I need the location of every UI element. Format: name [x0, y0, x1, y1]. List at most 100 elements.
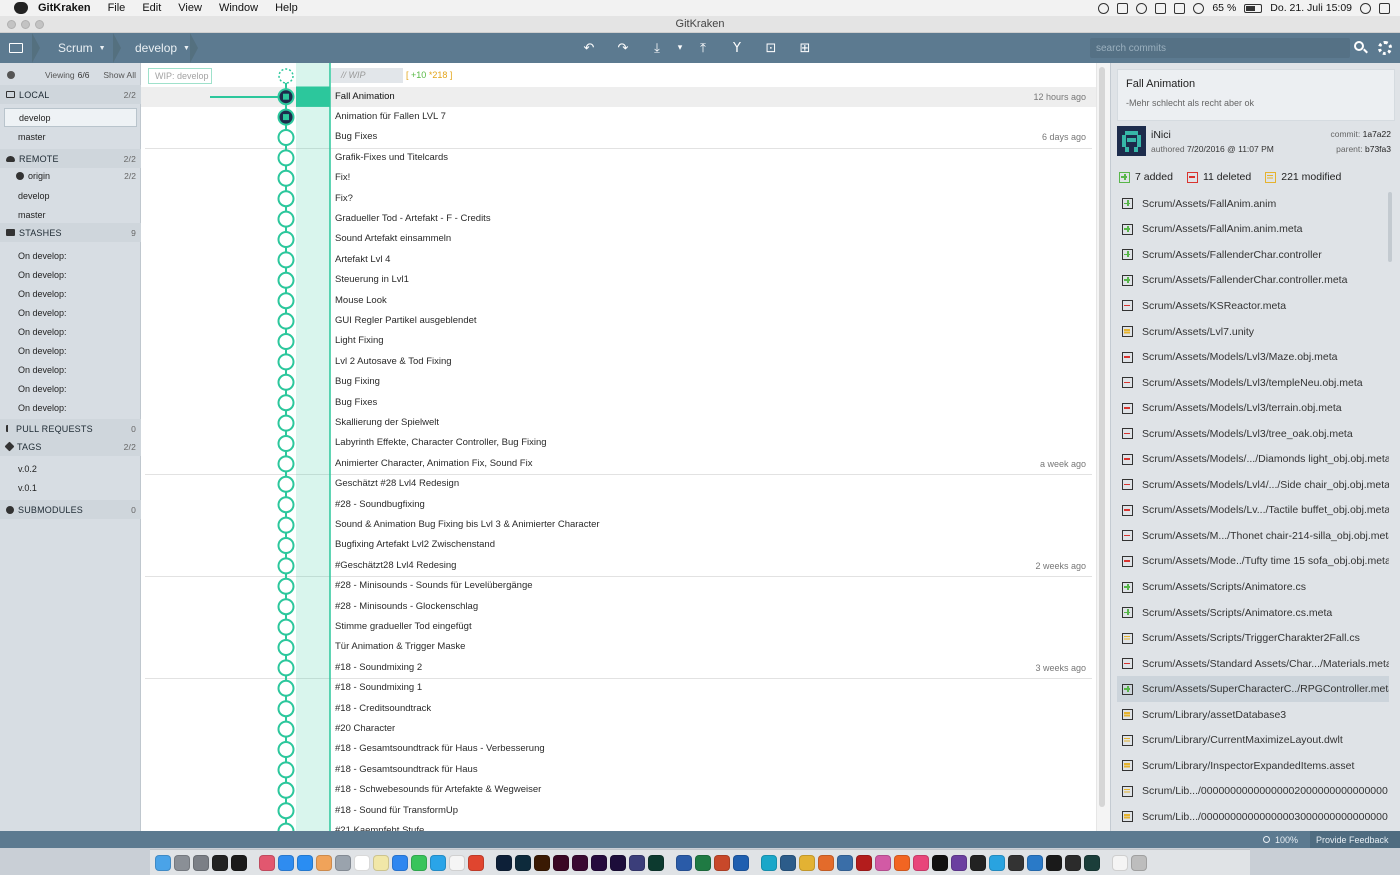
- search-commits[interactable]: [1090, 38, 1350, 58]
- search-input[interactable]: [1096, 42, 1350, 54]
- changed-file-item[interactable]: Scrum/Assets/FallenderChar.controller.me…: [1117, 268, 1389, 294]
- dropbox-icon[interactable]: [1117, 2, 1129, 14]
- notification-list-icon[interactable]: [1379, 2, 1390, 14]
- todoist-icon[interactable]: [468, 854, 484, 871]
- changed-file-item[interactable]: Scrum/Assets/Models/Lvl4/.../Side chair_…: [1117, 472, 1389, 498]
- commit-message-box[interactable]: Fall Animation -Mehr schlecht als recht …: [1117, 69, 1395, 121]
- show-all-link[interactable]: Show All: [103, 70, 136, 80]
- app-store-icon[interactable]: [278, 854, 294, 871]
- stash-item[interactable]: On develop:: [0, 398, 141, 417]
- trash-icon[interactable]: [1131, 854, 1147, 871]
- local-branch-develop[interactable]: develop: [4, 108, 137, 127]
- wip-message[interactable]: // WIP: [331, 68, 403, 83]
- menu-help[interactable]: Help: [275, 2, 298, 14]
- section-tags[interactable]: TAGS 2/2: [0, 437, 141, 456]
- pull-button[interactable]: ⤓: [640, 33, 674, 63]
- xd-icon[interactable]: [572, 854, 588, 871]
- changed-file-item[interactable]: Scrum/Library/InspectorExpandedItems.ass…: [1117, 753, 1389, 779]
- menu-window[interactable]: Window: [219, 2, 258, 14]
- stash-item[interactable]: On develop:: [0, 360, 141, 379]
- trello-icon[interactable]: [1027, 854, 1043, 871]
- changed-file-item[interactable]: Scrum/Assets/Standard Assets/Char.../Mat…: [1117, 651, 1389, 677]
- preview-icon[interactable]: [335, 854, 351, 871]
- creative-cloud-icon[interactable]: [1136, 2, 1148, 14]
- network-icon[interactable]: [837, 854, 853, 871]
- whatsapp-icon[interactable]: [411, 854, 427, 871]
- changed-file-item[interactable]: Scrum/Assets/FallAnim.anim: [1117, 191, 1389, 217]
- changed-file-item[interactable]: Scrum/Library/CurrentMaximizeLayout.dwlt: [1117, 728, 1389, 754]
- indesign-icon[interactable]: [553, 854, 569, 871]
- outlook-icon[interactable]: [733, 854, 749, 871]
- parent-sha[interactable]: b73fa3: [1365, 144, 1391, 154]
- changed-file-item[interactable]: Scrum/Assets/Models/Lv.../Tactile buffet…: [1117, 498, 1389, 524]
- gitkraken-icon[interactable]: [231, 854, 247, 871]
- stash-item[interactable]: On develop:: [0, 284, 141, 303]
- pdf-icon[interactable]: [856, 854, 872, 871]
- changed-file-item[interactable]: Scrum/Assets/Scripts/Animatore.cs.meta: [1117, 600, 1389, 626]
- stash-item[interactable]: On develop:: [0, 379, 141, 398]
- spotlight-icon[interactable]: [1360, 2, 1371, 14]
- pull-options-button[interactable]: ▾: [674, 33, 686, 63]
- changed-file-item[interactable]: Scrum/Library/assetDatabase3: [1117, 702, 1389, 728]
- section-local[interactable]: LOCAL 2/2: [0, 85, 141, 104]
- remote-origin[interactable]: origin 2/2: [0, 166, 141, 185]
- itunes-icon[interactable]: [259, 854, 275, 871]
- tag-item[interactable]: v.0.1: [0, 478, 141, 497]
- menu-view[interactable]: View: [178, 2, 202, 14]
- changed-file-item[interactable]: Scrum/Lib.../000000000000000030000000000…: [1117, 804, 1389, 830]
- pop-button[interactable]: ⊞: [788, 33, 822, 63]
- soundcloud-icon[interactable]: [894, 854, 910, 871]
- open-repo-button[interactable]: [0, 33, 32, 63]
- reminders-icon[interactable]: [449, 854, 465, 871]
- monitor-icon[interactable]: [1065, 854, 1081, 871]
- stash-item[interactable]: On develop:: [0, 322, 141, 341]
- file-list-scrollbar[interactable]: [1388, 192, 1392, 262]
- collapse-sidebar-icon[interactable]: [7, 71, 15, 79]
- calendar-icon[interactable]: [354, 854, 370, 871]
- safari-icon[interactable]: [297, 854, 313, 871]
- changed-file-item[interactable]: Scrum/Assets/Models/Lvl3/Maze.obj.meta: [1117, 344, 1389, 370]
- menu-edit[interactable]: Edit: [142, 2, 161, 14]
- changed-file-item[interactable]: Scrum/Assets/Scripts/Animatore.cs: [1117, 574, 1389, 600]
- after-effects-icon[interactable]: [610, 854, 626, 871]
- circle-app-icon[interactable]: [932, 854, 948, 871]
- d-icon[interactable]: [1155, 2, 1167, 14]
- search-icon[interactable]: [1352, 40, 1368, 56]
- document-icon[interactable]: [1112, 854, 1128, 871]
- remote-branch-master[interactable]: master: [0, 205, 141, 224]
- gear-icon[interactable]: [1378, 41, 1392, 55]
- changed-file-item[interactable]: Scrum/Assets/Mode../Tufty time 15 sofa_o…: [1117, 549, 1389, 575]
- word-icon[interactable]: [676, 854, 692, 871]
- stash-item[interactable]: On develop:: [0, 265, 141, 284]
- undo-button[interactable]: ↶: [572, 33, 606, 63]
- list-app-icon[interactable]: [1008, 854, 1024, 871]
- wifi-icon[interactable]: [1193, 2, 1205, 14]
- changed-file-item[interactable]: Scrum/Assets/FallenderChar.controller: [1117, 242, 1389, 268]
- tag-item[interactable]: v.0.2: [0, 459, 141, 478]
- repo-breadcrumb[interactable]: Scrum ▼: [58, 33, 106, 63]
- local-branch-master[interactable]: master: [0, 127, 141, 146]
- changed-file-item[interactable]: Scrum/Assets/Models/Lvl3/tree_oak.obj.me…: [1117, 421, 1389, 447]
- stash-button[interactable]: ⊡: [754, 33, 788, 63]
- finder-icon[interactable]: [155, 854, 171, 871]
- skype-icon[interactable]: [430, 854, 446, 871]
- graph-scrollbar-thumb[interactable]: [1099, 67, 1105, 807]
- notes-icon[interactable]: [373, 854, 389, 871]
- terminal-icon[interactable]: [212, 854, 228, 871]
- battery-icon[interactable]: [1244, 3, 1263, 13]
- app-menu[interactable]: GitKraken: [38, 2, 91, 14]
- system-preferences-icon[interactable]: [193, 854, 209, 871]
- chrome-icon[interactable]: [799, 854, 815, 871]
- push-button[interactable]: ⤒: [686, 33, 720, 63]
- section-pull-requests[interactable]: PULL REQUESTS 0: [0, 419, 141, 438]
- branch-button[interactable]: Y: [720, 33, 754, 63]
- acrobat-icon[interactable]: [629, 854, 645, 871]
- heart-icon[interactable]: [913, 854, 929, 871]
- changed-file-item[interactable]: Scrum/Assets/SuperCharacterC../RPGContro…: [1117, 676, 1389, 702]
- github-icon[interactable]: [951, 854, 967, 871]
- section-stashes[interactable]: STASHES 9: [0, 223, 141, 242]
- book-icon[interactable]: [1174, 2, 1186, 14]
- photos-icon[interactable]: [316, 854, 332, 871]
- gitkraken2-icon[interactable]: [1084, 854, 1100, 871]
- remote-branch-develop[interactable]: develop: [0, 186, 141, 205]
